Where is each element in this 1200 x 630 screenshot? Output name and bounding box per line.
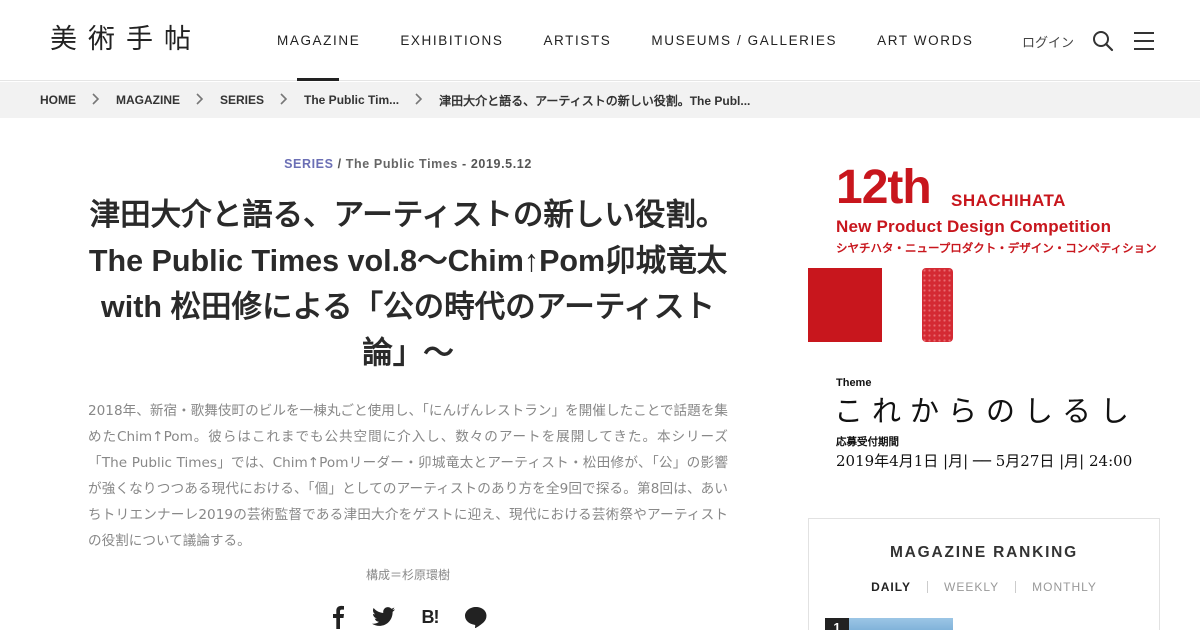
site-logo[interactable]: 美術手帖 [50, 24, 202, 56]
hatena-label: B! [421, 606, 440, 627]
line-icon[interactable] [464, 605, 488, 629]
ranking-number: 1 [825, 618, 849, 630]
login-link[interactable]: ログイン [1022, 32, 1074, 51]
ad-number: 12th [836, 161, 932, 214]
chevron-right-icon [76, 92, 116, 108]
search-icon[interactable] [1092, 30, 1114, 52]
share-buttons: B! [326, 605, 488, 629]
ad-red-square [808, 268, 882, 342]
article-lead: 2018年、新宿・歌舞伎町のビルを一棟丸ごと使用し、「にんげんレストラン」を開催… [88, 403, 728, 549]
article-title: 津田大介と語る、アーティストの新しい役割。The Public Times vo… [88, 198, 728, 370]
meta-separator: / [337, 157, 342, 171]
magazine-ranking: MAGAZINE RANKING DAILY WEEKLY MONTHLY 1 [808, 518, 1160, 630]
ad-period: 2019年4月1日 |月| ── 5月27日 |月| 24:00 [836, 452, 1133, 470]
tab-weekly[interactable]: WEEKLY [928, 580, 1015, 594]
breadcrumb-magazine[interactable]: MAGAZINE [116, 93, 180, 107]
hamburger-icon[interactable] [1134, 32, 1154, 50]
facebook-icon[interactable] [326, 605, 350, 629]
tab-monthly[interactable]: MONTHLY [1016, 580, 1113, 594]
nav-item-art-words[interactable]: ART WORDS [877, 0, 973, 81]
ad-competition-jp: シヤチハタ・ニュープロダクト・デザイン・コンペティション [836, 241, 1157, 255]
twitter-icon[interactable] [372, 605, 396, 629]
chevron-right-icon [399, 92, 439, 108]
tab-daily[interactable]: DAILY [855, 580, 927, 594]
breadcrumb-current: 津田大介と語る、アーティストの新しい役割。The Publ... [439, 93, 751, 108]
nav-item-artists[interactable]: ARTISTS [543, 0, 611, 81]
nav-item-museums-galleries[interactable]: MUSEUMS / GALLERIES [651, 0, 837, 81]
ranking-item-thumbnail[interactable]: 1 [825, 618, 953, 630]
article-meta: SERIES / The Public Times - 2019.5.12 [88, 157, 728, 171]
hatena-bookmark-icon[interactable]: B! [418, 605, 442, 629]
ad-theme: これからのしるし [834, 394, 1139, 428]
ad-competition-title: New Product Design Competition [836, 217, 1112, 236]
breadcrumb-home[interactable]: HOME [40, 93, 76, 107]
article-date: - 2019.5.12 [462, 157, 532, 171]
sidebar-ad-banner[interactable]: 12th SHACHIHATA New Product Design Compe… [808, 160, 1160, 490]
article-credit: 構成＝杉原環樹 [365, 568, 450, 582]
chevron-right-icon [264, 92, 304, 108]
breadcrumb-public-times[interactable]: The Public Tim... [304, 93, 399, 107]
nav-item-exhibitions[interactable]: EXHIBITIONS [400, 0, 503, 81]
ad-brand: SHACHIHATA [951, 191, 1066, 210]
site-header: 美術手帖 MAGAZINE EXHIBITIONS ARTISTS MUSEUM… [0, 0, 1200, 81]
ad-period-label: 応募受付期間 [836, 436, 899, 448]
ranking-title: MAGAZINE RANKING [889, 544, 1079, 561]
category-link[interactable]: SERIES [284, 157, 333, 171]
ranking-tabs: DAILY WEEKLY MONTHLY [809, 580, 1159, 594]
subcategory-link[interactable]: The Public Times [346, 157, 458, 171]
breadcrumb-series[interactable]: SERIES [220, 93, 264, 107]
main-nav: MAGAZINE EXHIBITIONS ARTISTS MUSEUMS / G… [277, 0, 1014, 81]
chevron-right-icon [180, 92, 220, 108]
breadcrumb: HOME MAGAZINE SERIES The Public Tim... 津… [0, 82, 1200, 118]
ad-stamp-image [922, 268, 953, 342]
nav-item-magazine[interactable]: MAGAZINE [277, 0, 360, 81]
